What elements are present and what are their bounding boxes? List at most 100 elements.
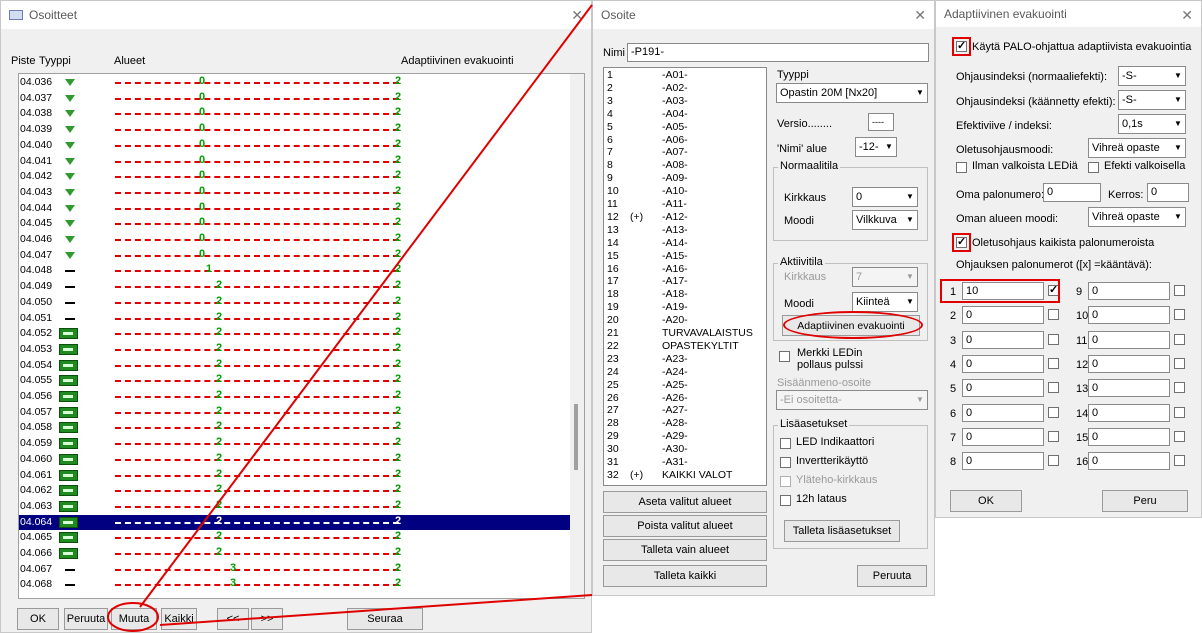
- reverse-checkbox[interactable]: [1174, 430, 1185, 442]
- muuta-button[interactable]: Muuta: [111, 608, 157, 630]
- talleta-lisaasetukset-button[interactable]: Talleta lisäasetukset: [784, 520, 900, 542]
- nimi-input[interactable]: -P191-: [627, 43, 929, 62]
- reverse-checkbox[interactable]: [1048, 333, 1059, 345]
- reverse-checkbox[interactable]: [1174, 357, 1185, 369]
- ohj-norm-select[interactable]: -S- ▼: [1118, 66, 1186, 86]
- dropdown-arrow-icon[interactable]: ▼: [1171, 115, 1185, 133]
- invertteri-checkbox[interactable]: [780, 457, 791, 468]
- fire-number-input[interactable]: 0: [962, 379, 1044, 398]
- table-row[interactable]: 04.045 0 2: [19, 216, 571, 231]
- table-row[interactable]: 04.065 2 2: [19, 530, 571, 545]
- reverse-checkbox[interactable]: [1174, 406, 1185, 418]
- table-row[interactable]: 04.050 2 2: [19, 295, 571, 310]
- table-row[interactable]: 04.037 0 2: [19, 91, 571, 106]
- table-row[interactable]: 04.056 2 2: [19, 389, 571, 404]
- reverse-checkbox[interactable]: [1048, 382, 1059, 394]
- peruuta-button[interactable]: Peruuta: [64, 608, 108, 630]
- table-row[interactable]: 04.055 2 2: [19, 373, 571, 388]
- fire-number-input[interactable]: 0: [1088, 427, 1170, 446]
- reverse-checkbox[interactable]: [1174, 455, 1185, 467]
- led-checkbox[interactable]: [780, 438, 791, 449]
- fire-number-input[interactable]: 0: [1088, 330, 1170, 349]
- dropdown-arrow-icon[interactable]: ▼: [913, 84, 927, 102]
- fire-number-input[interactable]: 0: [962, 306, 1044, 325]
- table-row[interactable]: 04.036 0 2: [19, 75, 571, 90]
- aseta-button[interactable]: Aseta valitut alueet: [603, 491, 767, 513]
- scrollbar-thumb[interactable]: [574, 404, 578, 470]
- table-row[interactable]: 04.040 0 2: [19, 138, 571, 153]
- table-row[interactable]: 04.043 0 2: [19, 185, 571, 200]
- fire-number-input[interactable]: 0: [962, 354, 1044, 373]
- table-row[interactable]: 04.058 2 2: [19, 420, 571, 435]
- ok-button[interactable]: OK: [950, 490, 1022, 512]
- lataus-checkbox[interactable]: [780, 495, 791, 506]
- close-icon[interactable]: ✕: [914, 7, 926, 24]
- oma-input[interactable]: 0: [1043, 183, 1101, 202]
- fire-number-input[interactable]: 0: [1088, 306, 1170, 325]
- fire-number-input[interactable]: 0: [1088, 452, 1170, 471]
- table-row[interactable]: 04.053 2 2: [19, 342, 571, 357]
- ohj-kaan-select[interactable]: -S- ▼: [1118, 90, 1186, 110]
- table-row[interactable]: 04.063 2 2: [19, 499, 571, 514]
- table-row[interactable]: 04.057 2 2: [19, 405, 571, 420]
- table-row[interactable]: 04.047 0 2: [19, 248, 571, 263]
- fire-number-input[interactable]: 0: [1088, 354, 1170, 373]
- table-row[interactable]: 04.041 0 2: [19, 154, 571, 169]
- table-row[interactable]: 04.060 2 2: [19, 452, 571, 467]
- table-row[interactable]: 04.064 2 2: [19, 514, 571, 530]
- normaali-kirkkaus-select[interactable]: 0 ▼: [852, 187, 918, 207]
- table-row[interactable]: 04.059 2 2: [19, 436, 571, 451]
- table-row[interactable]: 04.038 0 2: [19, 106, 571, 121]
- table-row[interactable]: 04.061 2 2: [19, 468, 571, 483]
- tyyppi-select[interactable]: Opastin 20M [Nx20] ▼: [776, 83, 928, 103]
- normaali-moodi-select[interactable]: Vilkkuva ▼: [852, 210, 918, 230]
- ilman-checkbox[interactable]: [956, 162, 967, 173]
- reverse-checkbox[interactable]: [1174, 285, 1185, 296]
- table-row[interactable]: 04.042 0 2: [19, 169, 571, 184]
- dropdown-arrow-icon[interactable]: ▼: [1171, 91, 1185, 109]
- table-row[interactable]: 04.062 2 2: [19, 483, 571, 498]
- reverse-checkbox[interactable]: [1048, 430, 1059, 442]
- aktiivi-moodi-select[interactable]: Kiinteä ▼: [852, 292, 918, 312]
- prev-button[interactable]: <<: [217, 608, 249, 630]
- peruuta-button[interactable]: Peruuta: [857, 565, 927, 587]
- fire-number-input[interactable]: 0: [1088, 403, 1170, 422]
- reverse-checkbox[interactable]: [1174, 382, 1185, 394]
- dropdown-arrow-icon[interactable]: ▼: [903, 293, 917, 311]
- efekti-valk-checkbox[interactable]: [1088, 162, 1099, 173]
- table-row[interactable]: 04.052 2 2: [19, 326, 571, 341]
- ok-button[interactable]: OK: [17, 608, 59, 630]
- reverse-checkbox[interactable]: [1174, 333, 1185, 345]
- dropdown-arrow-icon[interactable]: ▼: [1171, 67, 1185, 85]
- table-row[interactable]: 04.044 0 2: [19, 201, 571, 216]
- reverse-checkbox[interactable]: [1048, 309, 1059, 321]
- address-list[interactable]: 04.036 0 2 04.037 0 2 04.038 0 2 04.039 0 2 04.040 0 2…: [18, 73, 585, 599]
- oletus-select[interactable]: Vihreä opaste ▼: [1088, 138, 1186, 158]
- nimi-alue-select[interactable]: -12- ▼: [855, 137, 897, 157]
- peru-button[interactable]: Peru: [1102, 490, 1188, 512]
- dropdown-arrow-icon[interactable]: ▼: [882, 138, 896, 156]
- oman-alueen-select[interactable]: Vihreä opaste ▼: [1088, 207, 1186, 227]
- talleta-kaikki-button[interactable]: Talleta kaikki: [603, 565, 767, 587]
- table-row[interactable]: 04.049 2 2: [19, 279, 571, 294]
- dropdown-arrow-icon[interactable]: ▼: [1171, 139, 1185, 157]
- table-row[interactable]: 04.067 3 2: [19, 562, 571, 577]
- table-row[interactable]: 04.039 0 2: [19, 122, 571, 137]
- next-button[interactable]: >>: [251, 608, 283, 630]
- table-row[interactable]: 04.054 2 2: [19, 358, 571, 373]
- fire-number-input[interactable]: 0: [962, 330, 1044, 349]
- reverse-checkbox[interactable]: [1174, 309, 1185, 321]
- close-icon[interactable]: ✕: [571, 7, 583, 24]
- kaikki-button[interactable]: Kaikki: [161, 608, 197, 630]
- dropdown-arrow-icon[interactable]: ▼: [903, 188, 917, 206]
- list-scrollbar[interactable]: [570, 74, 584, 598]
- merkki-checkbox[interactable]: [779, 351, 790, 362]
- fire-number-input[interactable]: 0: [962, 403, 1044, 422]
- talleta-alueet-button[interactable]: Talleta vain alueet: [603, 539, 767, 561]
- dropdown-arrow-icon[interactable]: ▼: [903, 211, 917, 229]
- reverse-checkbox[interactable]: [1048, 406, 1059, 418]
- close-icon[interactable]: ✕: [1181, 7, 1193, 24]
- fire-number-input[interactable]: 0: [962, 427, 1044, 446]
- reverse-checkbox[interactable]: [1048, 455, 1059, 467]
- fire-number-input[interactable]: 0: [1088, 282, 1170, 300]
